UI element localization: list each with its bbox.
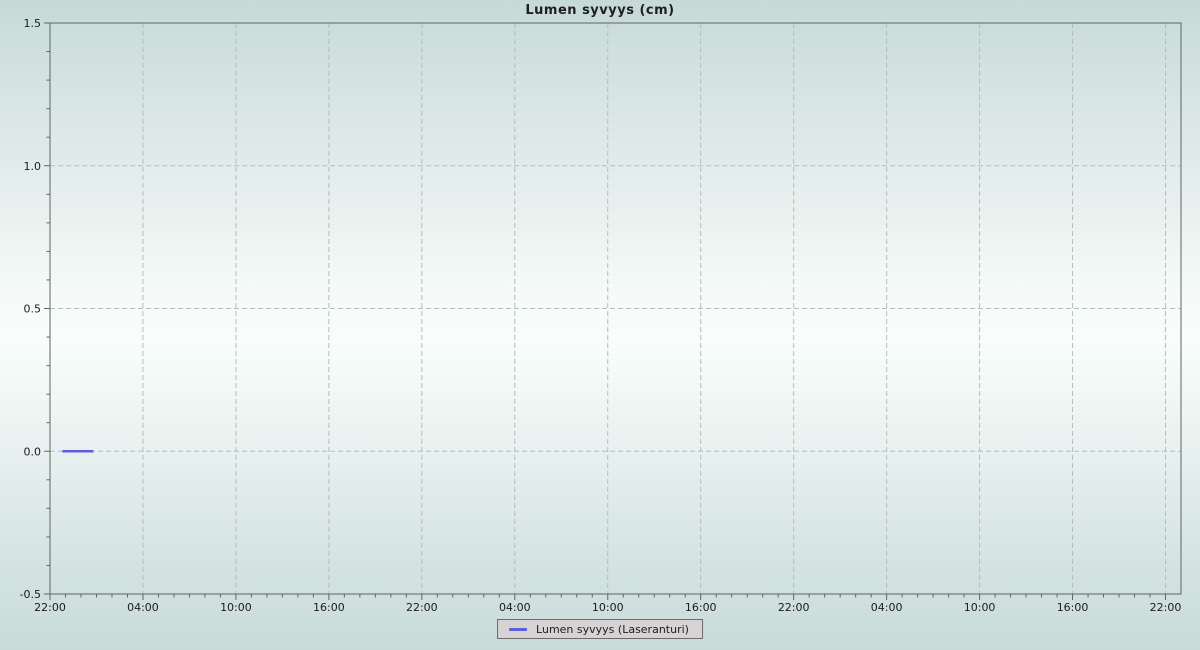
- x-tick-label: 10:00: [220, 601, 252, 614]
- x-tick-label: 16:00: [685, 601, 717, 614]
- x-tick-label: 16:00: [313, 601, 345, 614]
- y-tick-label: 0.5: [24, 303, 42, 316]
- y-tick-label: -0.5: [20, 588, 41, 601]
- x-tick-label: 04:00: [871, 601, 903, 614]
- y-tick-label: 1.5: [24, 17, 42, 30]
- x-tick-label: 10:00: [964, 601, 996, 614]
- x-tick-label: 22:00: [34, 601, 66, 614]
- x-tick-label: 22:00: [406, 601, 438, 614]
- x-tick-label: 04:00: [499, 601, 531, 614]
- y-tick-label: 0.0: [24, 445, 42, 458]
- x-tick-label: 10:00: [592, 601, 624, 614]
- x-tick-label: 16:00: [1057, 601, 1089, 614]
- legend-label: Lumen syvyys (Laseranturi): [536, 623, 689, 636]
- legend-line-sample-icon: [509, 628, 527, 631]
- x-tick-label: 22:00: [778, 601, 810, 614]
- x-tick-label: 22:00: [1150, 601, 1182, 614]
- chart-plot-svg: 22:00 04:00 10:00 16:00 22:00 04:00 10:00 16:00…: [0, 0, 1200, 650]
- y-tick-label: 1.0: [24, 160, 42, 173]
- legend: Lumen syvyys (Laseranturi): [497, 619, 703, 639]
- x-tick-label: 04:00: [127, 601, 159, 614]
